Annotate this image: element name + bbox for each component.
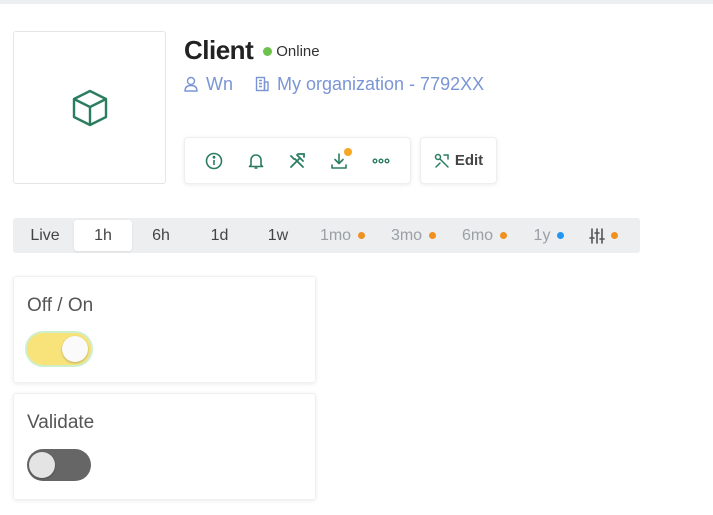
range-label: Live — [30, 226, 60, 244]
range-dot — [429, 232, 437, 239]
toggle-knob — [62, 336, 88, 362]
range-6h[interactable]: 6h — [132, 220, 190, 251]
widget-label: Off / On — [27, 295, 94, 316]
range-label: 1d — [210, 226, 229, 244]
switch-widget-off-on: Off / On — [13, 276, 316, 383]
status-badge: Online — [263, 43, 320, 60]
info-button[interactable] — [201, 148, 227, 174]
range-label: 1y — [533, 226, 551, 244]
widget-label: Validate — [27, 412, 95, 433]
range-6mo[interactable]: 6mo — [449, 220, 520, 251]
cube-icon — [72, 89, 107, 126]
range-live[interactable]: Live — [16, 220, 74, 251]
range-label: 3mo — [390, 226, 423, 244]
toggle-knob — [29, 452, 55, 478]
switch-widget-validate: Validate — [13, 393, 316, 500]
range-1y[interactable]: 1y — [520, 220, 578, 251]
organization-link[interactable]: My organization - 7792XX — [255, 74, 484, 95]
edit-label: Edit — [454, 152, 484, 169]
owner-link[interactable]: Wn — [184, 74, 233, 95]
edit-icon — [434, 153, 449, 168]
sliders-icon — [588, 227, 605, 244]
status-text: Online — [276, 43, 320, 60]
bell-icon — [248, 153, 263, 169]
action-toolbar — [184, 137, 411, 184]
user-icon — [184, 76, 198, 92]
toggle-switch[interactable] — [27, 449, 91, 481]
alarms-button[interactable] — [243, 148, 269, 174]
building-icon — [255, 76, 269, 92]
page-title: Client — [184, 34, 254, 65]
tools-button[interactable] — [284, 148, 310, 174]
range-label: 1mo — [319, 226, 352, 244]
range-1h[interactable]: 1h — [74, 220, 132, 251]
download-button[interactable] — [326, 147, 353, 174]
range-label: 1h — [94, 226, 112, 244]
range-label: 6mo — [461, 226, 494, 244]
range-1mo[interactable]: 1mo — [307, 220, 378, 251]
range-3mo[interactable]: 3mo — [378, 220, 449, 251]
filter-dot — [610, 232, 618, 239]
status-dot — [263, 47, 273, 56]
top-bar — [0, 0, 713, 4]
device-thumbnail — [13, 31, 166, 184]
range-dot — [500, 232, 508, 239]
range-dot — [557, 232, 565, 239]
info-icon — [205, 152, 223, 169]
range-1w[interactable]: 1w — [249, 220, 307, 251]
range-dot — [358, 232, 366, 239]
range-label: 6h — [152, 226, 170, 244]
range-filter-button[interactable] — [578, 220, 628, 251]
notification-dot — [344, 147, 353, 156]
organization-name: My organization - 7792XX — [277, 73, 485, 94]
range-1d[interactable]: 1d — [190, 220, 249, 251]
more-button[interactable] — [368, 148, 394, 174]
device-header: Client Online — [184, 33, 320, 67]
toggle-switch[interactable] — [27, 333, 91, 365]
owner-name: Wn — [206, 73, 233, 94]
edit-button[interactable]: Edit — [420, 137, 497, 184]
time-range-selector: Live 1h 6h 1d 1w 1mo 3mo 6mo 1y — [13, 218, 640, 253]
range-label: 1w — [267, 226, 289, 244]
more-icon — [372, 157, 390, 163]
tools-icon — [290, 152, 306, 168]
device-meta: Wn My organization - 7792XX — [184, 72, 484, 96]
